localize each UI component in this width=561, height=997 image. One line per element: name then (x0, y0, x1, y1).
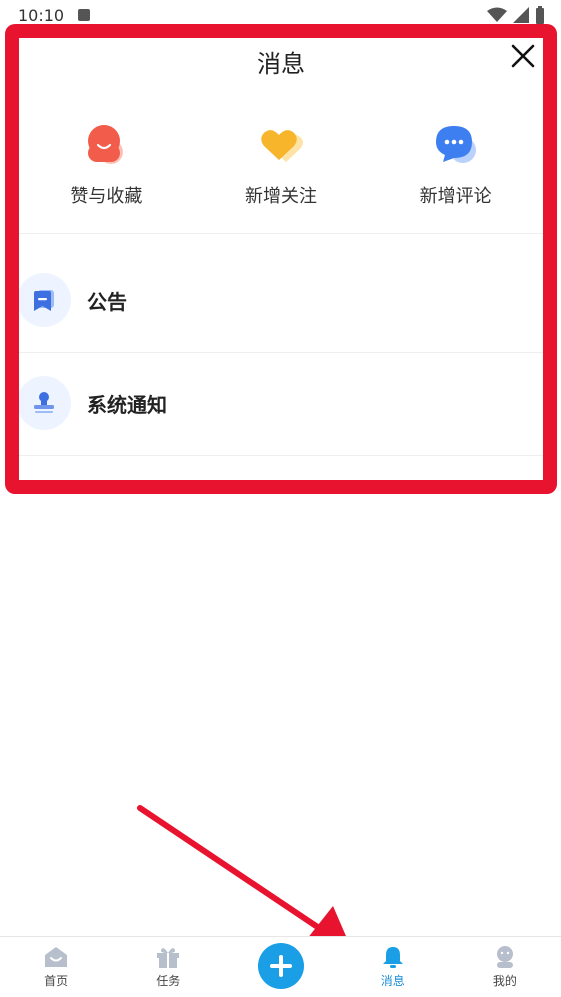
battery-icon (536, 6, 544, 24)
nav-item-tasks[interactable]: 任务 (112, 937, 224, 997)
quick-action-like-collect[interactable]: 赞与收藏 (19, 122, 194, 222)
like-collect-icon (88, 125, 124, 164)
quick-action-label: 新增评论 (419, 186, 492, 207)
nav-label: 首页 (44, 974, 69, 988)
list-item-label: 公告 (87, 289, 127, 314)
quick-action-label: 新增关注 (245, 186, 317, 207)
nav-item-messages[interactable]: 消息 (337, 937, 449, 997)
nav-label: 消息 (380, 974, 405, 988)
system-notice-icon (34, 392, 54, 413)
gift-icon (157, 948, 180, 968)
quick-action-new-comment[interactable]: 新增评论 (368, 122, 543, 222)
list-item-label: 系统通知 (87, 392, 167, 417)
comment-icon (435, 126, 476, 163)
announcement-icon-wrap (17, 273, 71, 327)
signal-icon (513, 7, 529, 23)
list-item-announcement[interactable]: 公告 (17, 250, 543, 350)
bell-icon (382, 947, 403, 968)
page-title: 消息 (257, 50, 305, 78)
status-time: 10:10 (18, 6, 65, 25)
status-icons (487, 6, 545, 24)
status-bar: 10:10 (0, 0, 561, 32)
quick-action-new-follow[interactable]: 新增关注 (194, 122, 369, 222)
notification-icon (78, 9, 90, 21)
announcement-icon (34, 290, 54, 311)
add-button[interactable] (224, 937, 336, 997)
nav-item-home[interactable]: 首页 (0, 937, 112, 997)
divider (19, 233, 543, 234)
heart-icon (261, 130, 303, 162)
bottom-nav: 首页 任务 消息 我的 (0, 936, 561, 997)
profile-icon (496, 946, 513, 968)
plus-icon (269, 955, 292, 977)
nav-label: 我的 (492, 974, 517, 988)
wifi-icon (487, 7, 507, 22)
message-panel: 消息 赞与收藏 新增关注 新增评论 公告 系统通知 (17, 38, 543, 480)
quick-action-label: 赞与收藏 (70, 186, 143, 207)
system-notice-icon-wrap (17, 376, 71, 430)
add-circle (257, 943, 304, 989)
nav-label: 任务 (156, 974, 181, 988)
nav-item-profile[interactable]: 我的 (449, 937, 561, 997)
divider (19, 455, 543, 456)
close-icon[interactable] (509, 42, 537, 70)
list-item-system-notice[interactable]: 系统通知 (17, 353, 543, 453)
home-icon (45, 947, 68, 967)
quick-actions: 赞与收藏 新增关注 新增评论 (19, 122, 543, 222)
